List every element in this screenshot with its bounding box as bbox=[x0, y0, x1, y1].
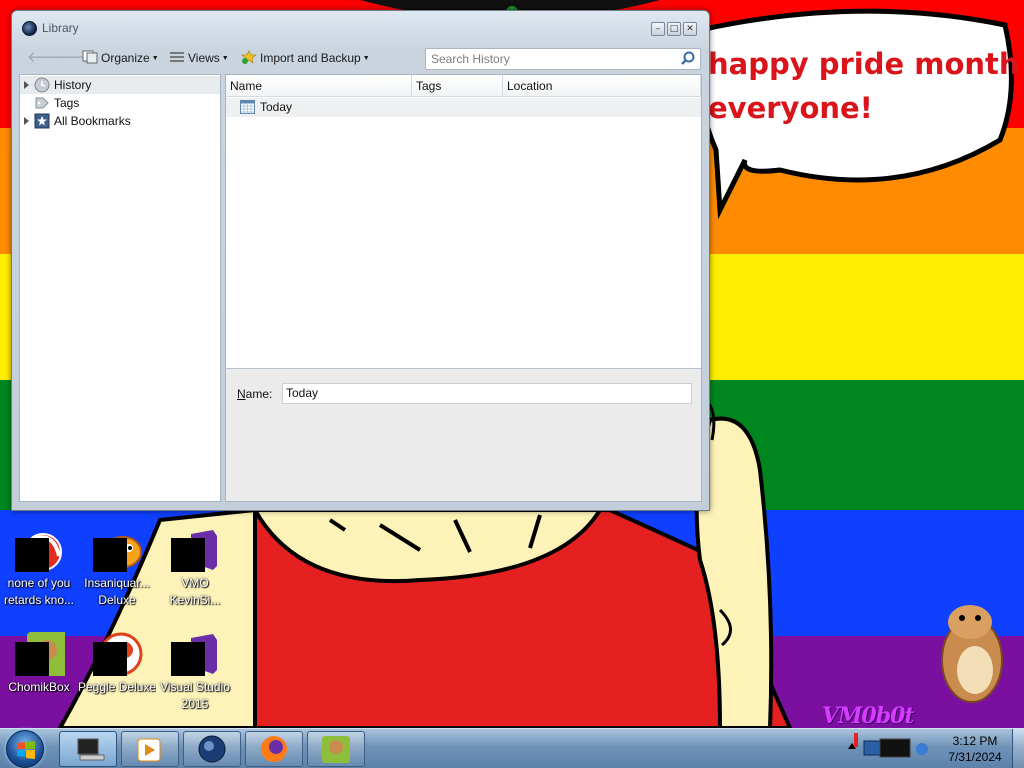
start-button[interactable] bbox=[6, 730, 44, 768]
taskbar: 3:12 PM 7/31/2024 bbox=[0, 728, 1024, 768]
search-history-box[interactable] bbox=[425, 48, 701, 70]
bookmarks-star-icon bbox=[34, 113, 50, 129]
sidebar-item-label: History bbox=[54, 78, 92, 92]
import-star-icon bbox=[241, 50, 257, 64]
show-desktop-button[interactable] bbox=[1012, 729, 1024, 768]
desktop-icon-vmo[interactable]: VMO KevinSi... bbox=[156, 526, 234, 608]
places-sidebar: History Tags All Bookmarks bbox=[19, 74, 221, 502]
peggle-icon bbox=[91, 630, 143, 678]
visual-studio-icon bbox=[169, 526, 221, 574]
minimize-button[interactable]: – bbox=[651, 22, 665, 36]
desktop-icon-chomikbox[interactable]: ChomikBox bbox=[0, 630, 78, 695]
desktop-icon-label: Deluxe bbox=[98, 593, 136, 607]
toolbar: 🡐 🡒 Organize ▼ Views ▼ Import and Backup ▼ bbox=[19, 43, 703, 73]
column-header-tags[interactable]: Tags bbox=[412, 75, 503, 97]
firefox-nightly-icon bbox=[198, 735, 226, 763]
views-icon bbox=[170, 52, 184, 62]
taskbar-library-button[interactable] bbox=[59, 731, 117, 767]
firefox-nightly-icon bbox=[22, 21, 37, 36]
system-tray bbox=[840, 729, 940, 768]
content-pane: Name Tags Location Today Name: Today bbox=[225, 74, 702, 502]
hamster-icon bbox=[13, 630, 73, 678]
computer-icon bbox=[77, 738, 105, 761]
desktop-icon-label: retards kno... bbox=[3, 593, 75, 607]
network-icon bbox=[863, 740, 881, 756]
row-name: Today bbox=[260, 100, 293, 114]
organize-icon bbox=[82, 50, 98, 64]
maximize-button[interactable]: □ bbox=[667, 22, 681, 36]
media-player-icon bbox=[137, 738, 161, 762]
desktop-icon-insaniquarium[interactable]: Insaniquar... Deluxe bbox=[78, 526, 156, 608]
desktop-icon-label: Insaniquar... bbox=[84, 576, 150, 590]
name-label: Name: bbox=[237, 387, 273, 401]
fish-icon bbox=[91, 526, 143, 574]
details-pane: Name: Today bbox=[226, 371, 701, 501]
desktop-icon-label: Peggle Deluxe bbox=[78, 680, 156, 694]
sidebar-item-all-bookmarks[interactable]: All Bookmarks bbox=[20, 112, 220, 130]
search-icon[interactable] bbox=[680, 51, 696, 67]
sidebar-item-label: All Bookmarks bbox=[54, 114, 131, 128]
back-arrow-icon[interactable]: 🡐 bbox=[27, 48, 67, 66]
clock-time: 3:12 PM bbox=[952, 734, 998, 748]
desktop-icon-label: VMO bbox=[181, 576, 209, 590]
sidebar-item-label: Tags bbox=[54, 96, 80, 110]
visual-studio-icon bbox=[169, 630, 221, 678]
device-icon bbox=[879, 738, 911, 758]
tag-icon bbox=[35, 97, 49, 109]
forward-arrow-icon[interactable]: 🡒 bbox=[51, 48, 91, 66]
desktop-icon-label: ChomikBox bbox=[8, 680, 70, 694]
import-backup-menu-button[interactable]: Import and Backup ▼ bbox=[241, 47, 370, 69]
name-field[interactable]: Today bbox=[282, 383, 692, 404]
column-header-name[interactable]: Name bbox=[226, 75, 412, 97]
history-clock-icon bbox=[34, 77, 50, 93]
clock-date: 7/31/2024 bbox=[948, 750, 1002, 764]
desktop-icon-label: none of you bbox=[7, 576, 71, 590]
desktop-icon-peggle[interactable]: Peggle Deluxe bbox=[78, 630, 156, 695]
speech-bubble-text: happy pride month everyone! bbox=[708, 47, 1020, 125]
expand-twisty-icon[interactable] bbox=[24, 117, 29, 125]
library-window: Library – □ ✕ 🡐 🡒 Organize ▼ Views ▼ Impor… bbox=[11, 10, 710, 511]
taskbar-chomikbox-button[interactable] bbox=[307, 731, 365, 767]
sidebar-item-tags[interactable]: Tags bbox=[20, 94, 220, 112]
list-item[interactable]: Today bbox=[226, 98, 701, 117]
desktop-icon-none-of-you[interactable]: none of you retards kno... bbox=[0, 526, 78, 608]
desktop-icon-visual-studio[interactable]: Visual Studio 2015 bbox=[156, 630, 234, 712]
volume-icon bbox=[916, 743, 928, 755]
vm-logo-text: VM0b0t bbox=[822, 703, 915, 729]
search-input[interactable] bbox=[426, 49, 676, 69]
windows-logo-icon bbox=[17, 741, 35, 759]
chomikbox-icon bbox=[322, 736, 350, 763]
sidebar-item-history[interactable]: History bbox=[20, 76, 220, 94]
expand-twisty-icon[interactable] bbox=[24, 81, 29, 89]
title-bar[interactable]: Library – □ ✕ bbox=[12, 11, 709, 41]
desktop-icon-label: Visual Studio bbox=[160, 680, 230, 694]
clock[interactable]: 3:12 PM 7/31/2024 bbox=[940, 733, 1010, 765]
close-button[interactable]: ✕ bbox=[683, 22, 697, 36]
taskbar-firefox-button[interactable] bbox=[245, 731, 303, 767]
desktop-icon-label: KevinSi... bbox=[169, 593, 221, 607]
taskbar-firefox-nightly-button[interactable] bbox=[183, 731, 241, 767]
views-menu-button[interactable]: Views ▼ bbox=[169, 47, 229, 69]
desktop-icon-label: 2015 bbox=[181, 697, 209, 711]
firefox-icon bbox=[261, 736, 287, 762]
taskbar-media-player-button[interactable] bbox=[121, 731, 179, 767]
history-list: Name Tags Location Today bbox=[226, 75, 701, 369]
window-title: Library bbox=[42, 21, 79, 35]
tray-icons bbox=[848, 733, 928, 758]
hotline-icon bbox=[13, 526, 65, 574]
organize-menu-button[interactable]: Organize ▼ bbox=[82, 47, 159, 69]
column-header-location[interactable]: Location bbox=[503, 75, 701, 97]
calendar-icon bbox=[240, 100, 255, 114]
